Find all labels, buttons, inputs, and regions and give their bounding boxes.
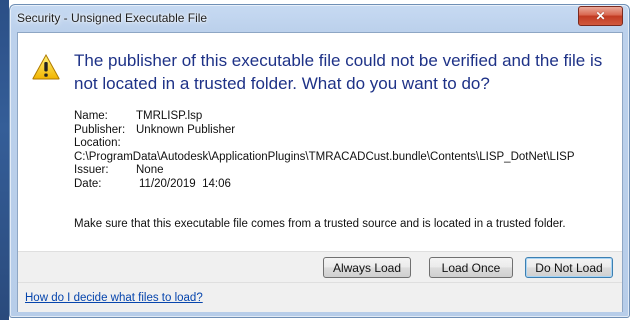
dialog-title: Security - Unsigned Executable File <box>17 11 208 25</box>
date-label: Date: <box>74 177 102 190</box>
name-label: Name: <box>74 110 108 122</box>
date-value: 11/20/2019 14:06 <box>139 177 231 190</box>
location-value: C:\ProgramData\Autodesk\ApplicationPlugi… <box>74 150 575 163</box>
date-row: Date: 11/20/2019 14:06 <box>74 178 575 192</box>
issuer-row: Issuer: None <box>74 164 575 178</box>
close-button[interactable]: ✕ <box>578 6 623 26</box>
help-footer: How do I decide what files to load? <box>18 282 622 312</box>
load-once-button[interactable]: Load Once <box>429 257 513 278</box>
file-details: Name: TMRLISP.lsp Publisher: Unknown Pub… <box>74 110 575 192</box>
button-bar: Always Load Load Once Do Not Load <box>18 251 622 282</box>
always-load-button[interactable]: Always Load <box>323 257 411 278</box>
close-icon: ✕ <box>595 9 606 23</box>
issuer-value: None <box>136 164 164 177</box>
background-window-edge <box>0 0 9 320</box>
name-value: TMRLISP.lsp <box>136 110 203 122</box>
security-dialog: Security - Unsigned Executable File ✕ Th… <box>9 4 630 318</box>
name-row: Name: TMRLISP.lsp <box>74 110 575 124</box>
dialog-headline: The publisher of this executable file co… <box>74 51 603 93</box>
issuer-label: Issuer: <box>74 164 109 177</box>
publisher-value: Unknown Publisher <box>136 123 236 136</box>
title-bar[interactable]: Security - Unsigned Executable File ✕ <box>10 5 629 31</box>
help-link[interactable]: How do I decide what files to load? <box>25 292 203 304</box>
publisher-label: Publisher: <box>74 123 126 136</box>
warning-icon <box>32 54 60 80</box>
dialog-body: The publisher of this executable file co… <box>17 32 623 312</box>
trust-advice: Make sure that this executable file come… <box>74 218 566 230</box>
publisher-row: Publisher: Unknown Publisher <box>74 124 575 138</box>
location-label: Location: <box>74 137 121 150</box>
location-row: Location: <box>74 137 575 151</box>
do-not-load-button[interactable]: Do Not Load <box>525 257 613 278</box>
